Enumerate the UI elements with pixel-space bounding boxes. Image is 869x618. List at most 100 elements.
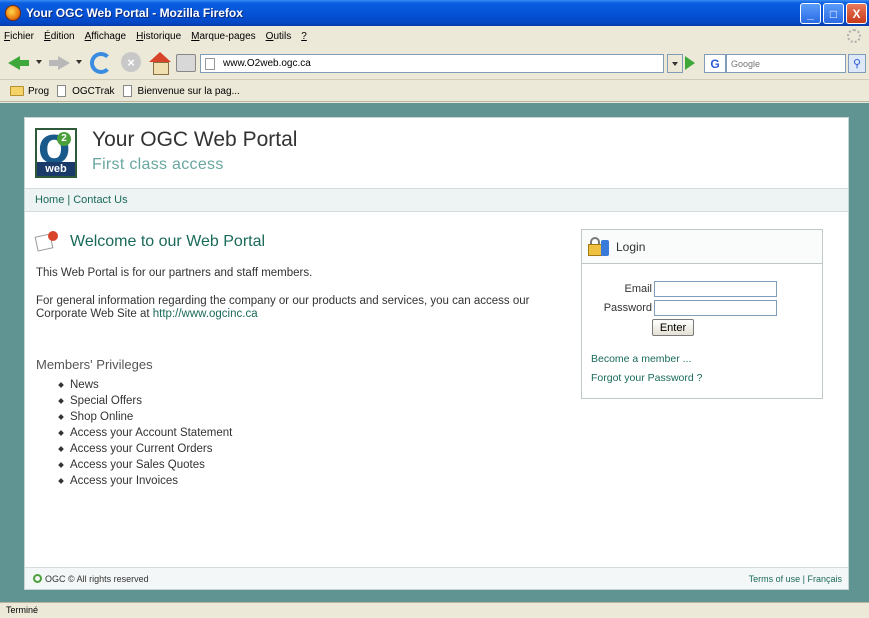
page-icon xyxy=(122,85,132,97)
list-item: Access your Invoices xyxy=(59,473,232,489)
search-magnifier-icon[interactable]: ⚲ xyxy=(848,54,866,73)
login-header: Login xyxy=(582,230,822,264)
portal-nav: Home | Contact Us xyxy=(25,188,848,212)
back-icon[interactable] xyxy=(8,52,30,74)
menu-fichier[interactable]: Fichier xyxy=(4,31,34,42)
login-title: Login xyxy=(616,239,646,254)
footer-links: Terms of use | Français xyxy=(749,574,842,584)
menu-edition[interactable]: Édition xyxy=(44,31,75,42)
terms-of-use-link[interactable]: Terms of use xyxy=(749,574,801,584)
privileges-list: News Special Offers Shop Online Access y… xyxy=(59,377,232,489)
menu-outils[interactable]: Outils xyxy=(266,31,292,42)
home-icon[interactable] xyxy=(149,52,171,75)
portal-footer: OGC © All rights reserved Terms of use |… xyxy=(25,567,848,589)
portal-header: O 2 web Your OGC Web Portal First class … xyxy=(25,118,848,188)
throbber-icon xyxy=(847,29,861,43)
portal-page: O 2 web Your OGC Web Portal First class … xyxy=(24,117,849,590)
footer-separator: | xyxy=(802,574,805,584)
lock-key-icon xyxy=(588,236,609,258)
close-button[interactable]: X xyxy=(846,3,867,24)
go-arrow-icon[interactable] xyxy=(685,56,695,70)
back-history-dropdown-icon[interactable] xyxy=(36,60,42,64)
language-francais-link[interactable]: Français xyxy=(807,574,842,584)
password-label: Password xyxy=(603,302,652,314)
url-bar[interactable] xyxy=(200,54,664,73)
copyright-text: OGC © All rights reserved xyxy=(45,573,149,584)
menu-label: ichier xyxy=(10,30,35,42)
search-engine-google-icon[interactable]: G xyxy=(704,54,726,73)
enter-button[interactable]: Enter xyxy=(652,319,694,336)
search-input[interactable] xyxy=(726,54,846,73)
folder-icon xyxy=(10,86,24,96)
list-item: News xyxy=(59,377,232,393)
forward-icon[interactable] xyxy=(48,52,70,74)
status-bar: Terminé xyxy=(0,602,869,618)
navigation-toolbar: × G ⚲ xyxy=(0,46,869,80)
list-item: Special Offers xyxy=(59,393,232,409)
bookmarks-toolbar: Prog OGCTrak Bienvenue sur la pag... xyxy=(0,81,869,102)
menu-historique[interactable]: Historique xyxy=(136,31,181,42)
welcome-info: For general information regarding the co… xyxy=(36,295,576,321)
list-item: Shop Online xyxy=(59,409,232,425)
window-titlebar[interactable]: Your OGC Web Portal - Mozilla Firefox _ … xyxy=(0,0,869,26)
bookmark-label: Prog xyxy=(28,85,50,97)
ogc-circle-icon xyxy=(33,574,42,583)
url-history-dropdown-icon[interactable] xyxy=(667,54,683,73)
web-content-area: O 2 web Your OGC Web Portal First class … xyxy=(0,103,869,602)
o2web-logo[interactable]: O 2 web xyxy=(35,128,77,178)
page-icon xyxy=(57,85,67,97)
site-subtitle: First class access xyxy=(92,156,224,173)
menu-accel: ? xyxy=(301,30,307,42)
corporate-site-link[interactable]: http://www.ogcinc.ca xyxy=(153,308,258,320)
password-row: Password xyxy=(582,300,824,316)
menu-marque-pages[interactable]: Marque-pages xyxy=(191,31,256,42)
password-field[interactable] xyxy=(654,300,777,316)
list-item: Access your Account Statement xyxy=(59,425,232,441)
menu-help[interactable]: ? xyxy=(301,31,307,42)
url-input[interactable] xyxy=(223,58,623,69)
firefox-icon xyxy=(5,5,21,21)
menu-accel: É xyxy=(44,30,51,42)
forward-history-dropdown-icon[interactable] xyxy=(76,60,82,64)
maximize-button[interactable]: □ xyxy=(823,3,844,24)
menu-label: istorique xyxy=(143,30,182,42)
menu-label: dition xyxy=(50,30,75,42)
email-field[interactable] xyxy=(654,281,777,297)
nav-contact-link[interactable]: Contact Us xyxy=(73,194,127,206)
stop-icon[interactable]: × xyxy=(121,52,141,72)
list-item: Access your Sales Quotes xyxy=(59,457,232,473)
privileges-heading: Members' Privileges xyxy=(36,357,153,372)
menu-accel: M xyxy=(191,30,200,42)
menu-affichage[interactable]: Affichage xyxy=(85,31,127,42)
list-item: Access your Current Orders xyxy=(59,441,232,457)
menu-label: arque-pages xyxy=(199,30,256,42)
menu-label: utils xyxy=(273,30,292,42)
window-controls: _ □ X xyxy=(800,3,867,24)
bookmark-bienvenue[interactable]: Bienvenue sur la pag... xyxy=(122,85,240,97)
bookmark-prog[interactable]: Prog xyxy=(10,86,49,97)
bookmark-ogctrak[interactable]: OGCTrak xyxy=(57,85,115,97)
reload-icon[interactable] xyxy=(90,52,112,74)
logo-sup: 2 xyxy=(57,132,71,146)
forgot-password-link[interactable]: Forgot your Password ? xyxy=(591,372,702,384)
bookmark-label: Bienvenue sur la pag... xyxy=(137,85,240,97)
become-member-link[interactable]: Become a member ... xyxy=(591,353,691,365)
site-title: Your OGC Web Portal xyxy=(92,128,298,151)
welcome-intro: This Web Portal is for our partners and … xyxy=(36,267,313,279)
window-title: Your OGC Web Portal - Mozilla Firefox xyxy=(26,6,243,20)
search-bar: G ⚲ xyxy=(682,54,866,73)
minimize-button[interactable]: _ xyxy=(800,3,821,24)
welcome-info-text: For general information regarding the co… xyxy=(36,295,530,320)
login-box: Login Email Password Enter Become a memb… xyxy=(581,229,823,399)
nav-home-link[interactable]: Home xyxy=(35,194,64,206)
email-label: Email xyxy=(624,283,652,295)
print-icon[interactable] xyxy=(176,54,196,72)
menu-label: ffichage xyxy=(91,30,127,42)
nav-separator: | xyxy=(67,194,71,206)
welcome-heading: Welcome to our Web Portal xyxy=(70,233,266,250)
menu-bar: Fichier Édition Affichage Historique Mar… xyxy=(0,26,869,46)
site-page-icon xyxy=(205,57,215,70)
notepad-pin-icon xyxy=(34,231,58,252)
email-row: Email xyxy=(582,281,824,297)
logo-badge: web xyxy=(37,162,75,176)
